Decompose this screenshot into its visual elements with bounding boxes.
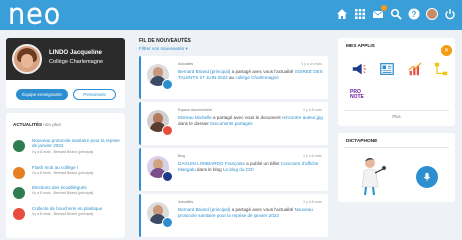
news-subtitle[interactable]: non plus (43, 122, 60, 127)
feed-title: FIL DE NOUVEAUTÉS (139, 38, 191, 44)
context-link[interactable]: Documents partagés (210, 121, 252, 126)
top-icons: ? (336, 5, 456, 20)
singer-illustration (358, 153, 392, 197)
feed-time: il y a 8 mois (303, 108, 322, 112)
search-icon[interactable] (390, 8, 402, 20)
apps-widget: MES APPLIS ✕ PRO NOTE Plus (338, 38, 455, 126)
news-item-title[interactable]: Collecte de bouchons en plastique (32, 206, 102, 211)
profile-name[interactable]: LINDO Jacqueline (49, 49, 102, 56)
feed-time: il y a 8 mois (303, 200, 322, 204)
news-item-meta: il y a 8 mois - Bernard Briand (principa… (32, 191, 94, 196)
mail-icon[interactable] (372, 5, 387, 20)
microphone-record-button[interactable] (416, 166, 438, 188)
profile-header: LINDO Jacqueline Collège Charlemagne (6, 38, 125, 80)
news-app-icon[interactable] (378, 60, 396, 78)
divider (344, 147, 449, 148)
power-icon[interactable] (444, 8, 456, 20)
feed-filter[interactable]: Filtrer vos nouveautés ▾ (139, 46, 188, 52)
home-icon[interactable] (336, 8, 348, 20)
feed-text: Bernard Briand (principal) a partagé ave… (178, 69, 323, 80)
context-link[interactable]: collège Charlemagne (235, 75, 278, 80)
user-avatar[interactable] (426, 8, 438, 20)
top-bar: neo ? (0, 0, 462, 30)
flag-icon (13, 140, 25, 152)
news-item-meta: il y a 8 mois - Bernard Briand (principa… (32, 171, 94, 176)
megaphone-icon[interactable] (350, 60, 368, 78)
pronote-app-icon[interactable]: PRO NOTE (350, 86, 370, 104)
news-item[interactable]: Nouveau protocole sanitaire pour la repr… (13, 138, 123, 162)
profile-card: LINDO Jacqueline Collège Charlemagne Équ… (6, 38, 125, 108)
feed-item[interactable]: Blog il y a 6 mois DAGUIN LOMBARDO Franç… (139, 148, 328, 191)
teacher-team-button[interactable]: Équipe enseignante (16, 89, 68, 100)
news-item-meta: il y a 8 mois - Bernard Briand (principa… (32, 212, 94, 217)
feed-category: Blog (178, 154, 186, 158)
dictaphone-title: DICTAPHONE (346, 139, 378, 144)
apps-title: MES APPLIS (346, 44, 375, 49)
news-icon (13, 167, 25, 179)
profile-avatar[interactable] (12, 44, 42, 74)
dictaphone-widget: DICTAPHONE (338, 133, 455, 202)
feed-text: DAGUIN LOMBARDO Françoise a publié un bi… (178, 161, 319, 172)
news-item-title[interactable]: Flash mob au collège ! (32, 165, 78, 170)
news-title: ACTUALITÉS non plus (13, 122, 61, 127)
blog-icon (162, 171, 173, 182)
context-link[interactable]: Le blog du CDI (223, 167, 254, 172)
folder-icon (162, 125, 173, 136)
profile-school: Collège Charlemagne (49, 59, 104, 65)
apps-grid-icon[interactable] (354, 8, 366, 20)
apps-more-link[interactable]: Plus (338, 114, 455, 119)
feed-text: Bernard Briand (principal) a partagé ave… (178, 207, 313, 218)
svg-text:?: ? (412, 10, 417, 19)
feed-category: Espace documentaire (178, 108, 212, 112)
chart-app-icon[interactable] (406, 60, 424, 78)
news-item[interactable]: Collecte de bouchons en plastique il y a … (13, 206, 123, 230)
feed-item[interactable]: Actualités il y a un mois Bernard Briand… (139, 56, 328, 99)
help-icon[interactable]: ? (408, 8, 420, 20)
author-link[interactable]: Bernard Briand (principal) (178, 207, 230, 212)
settings-icon[interactable]: ✕ (441, 45, 452, 56)
author-link[interactable]: Bernard Briand (principal) (178, 69, 230, 74)
recycle-icon (13, 208, 25, 220)
feed-category: Actualités (178, 200, 194, 204)
feed-text: Moreau Michelle a partagé avec vous le d… (178, 115, 323, 126)
author-link[interactable]: Moreau Michelle (178, 115, 212, 120)
feed-item[interactable]: Espace documentaire il y a 8 mois Moreau… (139, 102, 328, 145)
vote-icon (13, 187, 25, 199)
feed-item[interactable]: Actualités il y a 8 mois Bernard Briand … (139, 194, 328, 237)
news-item-title[interactable]: Nouveau protocole sanitaire pour la repr… (32, 138, 120, 148)
divider (344, 110, 449, 111)
flowchart-app-icon[interactable] (432, 60, 450, 78)
notification-badge (381, 5, 387, 11)
news-app-icon (162, 217, 173, 228)
author-link[interactable]: DAGUIN LOMBARDO Françoise (178, 161, 245, 166)
news-item-meta: il y a 8 mois - Bernard Briand (principa… (32, 149, 94, 154)
news-app-icon (162, 79, 173, 90)
staff-button[interactable]: Personnels (73, 89, 116, 100)
news-item-title[interactable]: Elections des écodélégués (32, 185, 87, 190)
feed-category: Actualités (178, 62, 194, 66)
news-widget: ACTUALITÉS non plus Nouveau protocole sa… (6, 113, 125, 238)
resource-link[interactable]: rencontre auteur.jpg (282, 115, 323, 120)
feed-time: il y a 6 mois (303, 154, 322, 158)
neo-logo[interactable]: neo (7, 0, 61, 29)
feed-time: il y a un mois (301, 62, 322, 66)
